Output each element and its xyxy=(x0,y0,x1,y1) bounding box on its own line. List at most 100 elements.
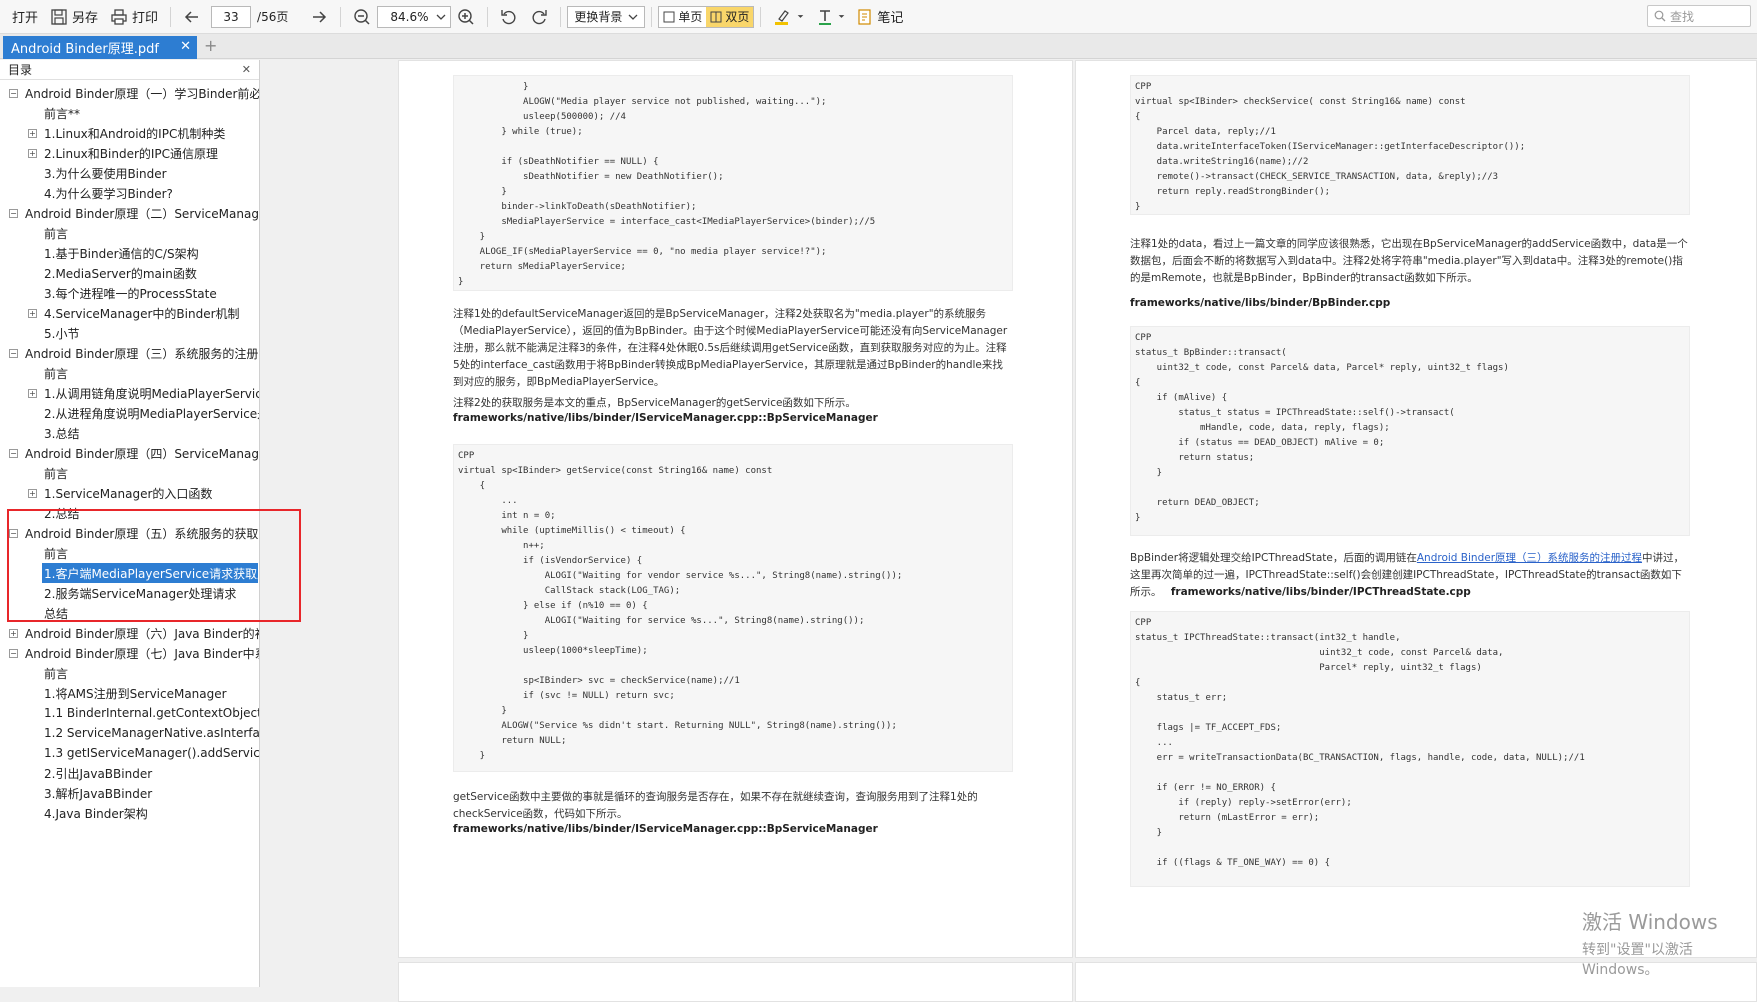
toolbar: 打开 另存 打印 33 /56页 84.6% 更换背景 单页 双页 笔记 xyxy=(0,0,1757,34)
prev-page-button[interactable] xyxy=(177,3,207,31)
outline-item[interactable]: 前言 xyxy=(44,663,259,683)
outline-item[interactable]: 前言 xyxy=(44,463,259,483)
chevron-down-icon xyxy=(798,15,804,18)
outline-item[interactable]: 前言** xyxy=(44,103,259,123)
outline-item[interactable]: 1.基于Binder通信的C/S架构 xyxy=(44,243,259,263)
page-number-input[interactable]: 33 xyxy=(211,5,252,28)
outline-item-label: 前言 xyxy=(44,366,69,381)
toolbar-divider xyxy=(170,6,172,27)
background-label: 更换背景 xyxy=(574,10,623,24)
outline-item[interactable]: 前言 xyxy=(44,223,259,243)
outline-item[interactable]: Android Binder原理（二）ServiceManage xyxy=(25,203,259,223)
outline-item[interactable]: Android Binder原理（七）Java Binder中系 xyxy=(25,643,260,663)
highlight-button[interactable] xyxy=(767,3,810,31)
expand-icon[interactable]: + xyxy=(28,489,37,498)
zoom-select[interactable]: 84.6% xyxy=(377,5,452,28)
print-label: 打印 xyxy=(132,11,159,26)
double-page-button[interactable]: 双页 xyxy=(706,6,754,27)
rotate-left-icon xyxy=(501,9,516,24)
code-block: } ALOGW("Media player service not publis… xyxy=(453,75,1013,291)
outline-item[interactable]: 5.小节 xyxy=(44,323,259,343)
outline-item[interactable]: 1.Linux和Android的IPC机制种类 xyxy=(44,123,259,143)
outline-item[interactable]: Android Binder原理（六）Java Binder的初 xyxy=(25,623,259,643)
save-as-button[interactable]: 另存 xyxy=(44,3,104,31)
zoom-in-icon xyxy=(458,8,474,25)
zoom-in-button[interactable] xyxy=(451,3,481,31)
outline-item[interactable]: 4.ServiceManager中的Binder机制 xyxy=(44,303,259,323)
expand-icon[interactable]: + xyxy=(28,149,37,158)
collapse-icon[interactable]: − xyxy=(9,449,18,458)
single-page-button[interactable]: 单页 xyxy=(659,6,707,27)
save-as-label: 另存 xyxy=(72,11,99,26)
outline-item-label: 1.从调用链角度说明MediaPlayerService xyxy=(44,386,260,401)
highlight-annotation-box xyxy=(7,509,301,622)
outline-item[interactable]: Android Binder原理（四）ServiceManage xyxy=(25,443,259,463)
outline-item[interactable]: 前言 xyxy=(44,363,259,383)
arrow-right-icon xyxy=(313,10,327,23)
toolbar-divider xyxy=(760,6,762,27)
outline-item[interactable]: 2.引出JavaBBinder xyxy=(44,763,259,783)
open-button[interactable]: 打开 xyxy=(2,3,44,31)
highlighter-icon xyxy=(775,9,790,25)
outline-item[interactable]: 2.从进程角度说明MediaPlayerService是 xyxy=(44,403,259,423)
outline-item[interactable]: 3.总结 xyxy=(44,423,259,443)
next-page-button[interactable] xyxy=(304,3,334,31)
rotate-left-button[interactable] xyxy=(494,3,524,31)
article-link[interactable]: Android Binder原理（三）系统服务的注册过程 xyxy=(1417,552,1642,564)
open-label: 打开 xyxy=(12,11,39,26)
outline-item[interactable]: Android Binder原理（三）系统服务的注册 xyxy=(25,343,259,363)
outline-item[interactable]: 1.3 getIServiceManager().addService( xyxy=(44,743,259,763)
collapse-icon[interactable]: − xyxy=(9,649,18,658)
outline-item-label: 前言 xyxy=(44,666,69,681)
double-page-label: 双页 xyxy=(725,10,750,24)
text-tool-button[interactable] xyxy=(810,3,851,31)
outline-item[interactable]: 1.从调用链角度说明MediaPlayerService xyxy=(44,383,260,403)
expand-icon[interactable]: + xyxy=(28,129,37,138)
close-sidebar-icon[interactable]: ✕ xyxy=(242,63,251,76)
tab-bar: Android Binder原理.pdf ✕ + xyxy=(0,34,1757,59)
collapse-icon[interactable]: − xyxy=(9,89,18,98)
toolbar-divider xyxy=(560,6,562,27)
single-page-icon xyxy=(663,11,675,22)
rotate-right-icon xyxy=(532,9,548,24)
collapse-icon[interactable]: − xyxy=(9,349,18,358)
outline-item-label: 1.1 BinderInternal.getContextObject() xyxy=(44,706,260,720)
toolbar-divider xyxy=(487,6,489,27)
outline-item[interactable]: 1.ServiceManager的入口函数 xyxy=(44,483,259,503)
outline-item[interactable]: 3.每个进程唯一的ProcessState xyxy=(44,283,259,303)
outline-item[interactable]: 4.Java Binder架构 xyxy=(44,803,259,823)
outline-title: 目录 xyxy=(8,63,33,77)
notes-button[interactable]: 笔记 xyxy=(851,3,909,31)
outline-item-label: 前言 xyxy=(44,226,69,241)
outline-item[interactable]: 3.解析JavaBBinder xyxy=(44,783,259,803)
outline-item[interactable]: 3.为什么要使用Binder xyxy=(44,163,259,183)
outline-item-label: Android Binder原理（七）Java Binder中系 xyxy=(25,646,260,661)
outline-item[interactable]: Android Binder原理（一）学习Binder前必 xyxy=(25,83,259,103)
outline-item[interactable]: 2.MediaServer的main函数 xyxy=(44,263,259,283)
outline-item-label: 2.引出JavaBBinder xyxy=(44,766,153,781)
expand-icon[interactable]: + xyxy=(28,389,37,398)
toolbar-divider xyxy=(340,6,342,27)
expand-icon[interactable]: + xyxy=(9,629,18,638)
outline-item[interactable]: 1.将AMS注册到ServiceManager xyxy=(44,683,259,703)
collapse-icon[interactable]: − xyxy=(9,209,18,218)
rotate-right-button[interactable] xyxy=(524,3,554,31)
outline-item-label: 1.ServiceManager的入口函数 xyxy=(44,486,213,501)
document-tab[interactable]: Android Binder原理.pdf ✕ xyxy=(3,36,197,59)
search-icon xyxy=(1654,10,1666,22)
code-block: CPP status_t BpBinder::transact( uint32_… xyxy=(1130,326,1690,536)
close-tab-icon[interactable]: ✕ xyxy=(180,39,191,54)
outline-item[interactable]: 1.1 BinderInternal.getContextObject() xyxy=(44,703,260,723)
background-select[interactable]: 更换背景 xyxy=(567,5,646,28)
outline-item[interactable]: 4.为什么要学习Binder? xyxy=(44,183,259,203)
outline-item-label: 1.将AMS注册到ServiceManager xyxy=(44,686,227,701)
paragraph: 注释1处的data，看过上一篇文章的同学应该很熟悉，它出现在BpServiceM… xyxy=(1130,238,1688,284)
watermark-line1: 激活 Windows xyxy=(1582,910,1718,934)
outline-item[interactable]: 2.Linux和Binder的IPC通信原理 xyxy=(44,143,259,163)
print-button[interactable]: 打印 xyxy=(104,3,164,31)
zoom-out-button[interactable] xyxy=(347,3,377,31)
new-tab-icon[interactable]: + xyxy=(204,36,217,55)
expand-icon[interactable]: + xyxy=(28,309,37,318)
outline-item[interactable]: 1.2 ServiceManagerNative.asInterface xyxy=(44,723,259,743)
search-input[interactable]: 查找 xyxy=(1647,5,1751,27)
